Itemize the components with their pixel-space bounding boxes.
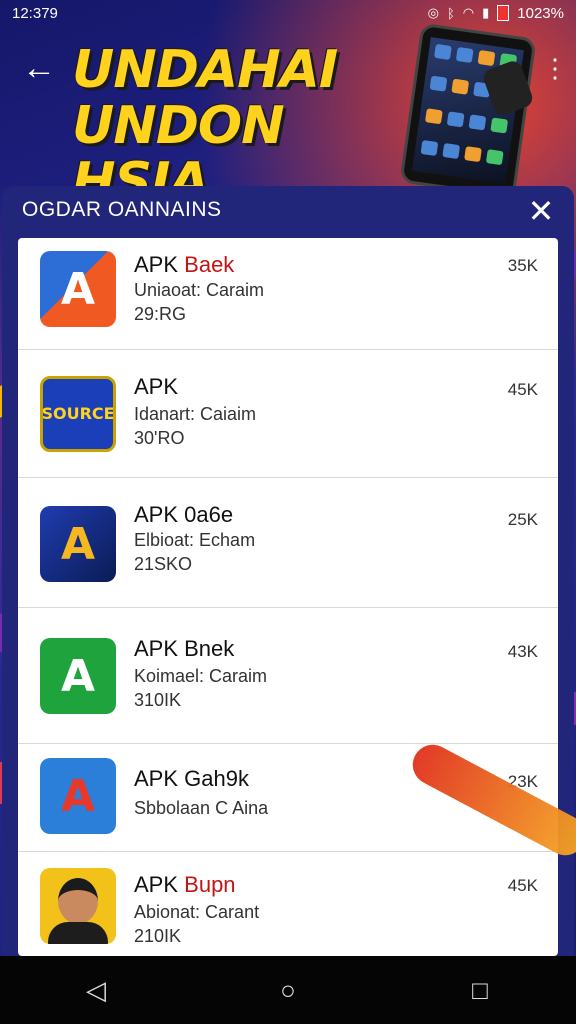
app-list: A APK Baek Uniaoat: Caraim 29:RG 35K SOU…: [18, 238, 558, 956]
app-name: APK: [134, 374, 179, 399]
circle-home-icon[interactable]: ○: [258, 975, 318, 1006]
app-meta: 310IK: [134, 690, 182, 710]
avatar: [58, 878, 98, 924]
app-name: APK Bnek: [134, 636, 235, 661]
status-bar: 12:379 ◎ ᛒ ◠ ▮ 1023%: [0, 0, 576, 26]
alarm-icon: ◎: [427, 5, 439, 20]
panel-heading: OGDAR OANNAINS: [22, 198, 222, 221]
battery-text: 1023%: [517, 4, 564, 22]
app-icon: [40, 868, 116, 944]
app-icon: A: [40, 251, 116, 327]
app-subtitle: Sbbolaan C Aina: [134, 798, 269, 818]
app-meta: 29:RG: [134, 304, 187, 324]
app-subtitle: Koimael: Caraim: [134, 666, 268, 686]
close-icon[interactable]: ✕: [526, 195, 556, 227]
app-meta: 21SKO: [134, 554, 193, 574]
letter-a-icon: A: [60, 263, 96, 315]
triangle-back-icon[interactable]: ◁: [66, 975, 126, 1006]
app-size: 35K: [507, 256, 538, 275]
letter-a-icon: A: [60, 650, 96, 702]
app-meta: 30'RO: [134, 428, 185, 448]
square-recent-icon[interactable]: □: [450, 975, 510, 1006]
app-subtitle: Idanart: Caiaim: [134, 404, 257, 424]
battery-icon: [497, 5, 510, 21]
banner-title: UNDAHAI UNDON HSIA: [72, 42, 432, 210]
list-item[interactable]: A APK Baek Uniaoat: Caraim 29:RG 35K: [18, 238, 558, 350]
letter-a-icon: A: [60, 770, 96, 822]
app-icon: SOURCE: [40, 376, 116, 452]
app-size: 45K: [507, 876, 538, 895]
app-subtitle: Abionat: Carant: [134, 902, 260, 922]
more-vertical-icon[interactable]: ⋮: [542, 50, 568, 86]
app-subtitle: Uniaoat: Caraim: [134, 280, 265, 300]
bluetooth-icon: ᛒ: [446, 5, 455, 21]
list-item[interactable]: A APK 0a6e Elbioat: Echam 21SKO 25K: [18, 478, 558, 608]
list-item[interactable]: APK Bupn Abionat: Carant 210IK 45K: [18, 852, 558, 956]
system-nav-bar: ◁ ○ □: [0, 956, 576, 1024]
status-icons: ◎ ᛒ ◠ ▮ 1023%: [428, 5, 564, 22]
app-subtitle: Elbioat: Echam: [134, 530, 256, 550]
app-name: APK Bupn: [134, 872, 236, 897]
app-meta: 210IK: [134, 926, 182, 946]
arrow-left-icon[interactable]: ←: [22, 48, 62, 88]
wifi-icon: ◠: [462, 5, 475, 20]
app-icon: A: [40, 506, 116, 582]
letter-a-icon: A: [60, 518, 96, 570]
banner-title-line1: UNDAHAI: [72, 40, 338, 100]
badge-icon: SOURCE: [41, 404, 115, 423]
app-name: APK Baek: [134, 252, 235, 277]
app-icon: A: [40, 758, 116, 834]
app-size: 25K: [507, 510, 538, 529]
app-size: 43K: [507, 642, 538, 661]
app-name: APK 0a6e: [134, 502, 234, 527]
app-size: 45K: [507, 380, 538, 399]
list-item[interactable]: SOURCE APK Idanart: Caiaim 30'RO 45K: [18, 350, 558, 478]
status-time: 12:379: [12, 4, 58, 22]
signal-icon: ▮: [482, 5, 490, 20]
app-icon: A: [40, 638, 116, 714]
list-item[interactable]: A APK Bnek Koimael: Caraim 310IK 43K: [18, 608, 558, 744]
app-name: APK Gah9k: [134, 766, 249, 791]
